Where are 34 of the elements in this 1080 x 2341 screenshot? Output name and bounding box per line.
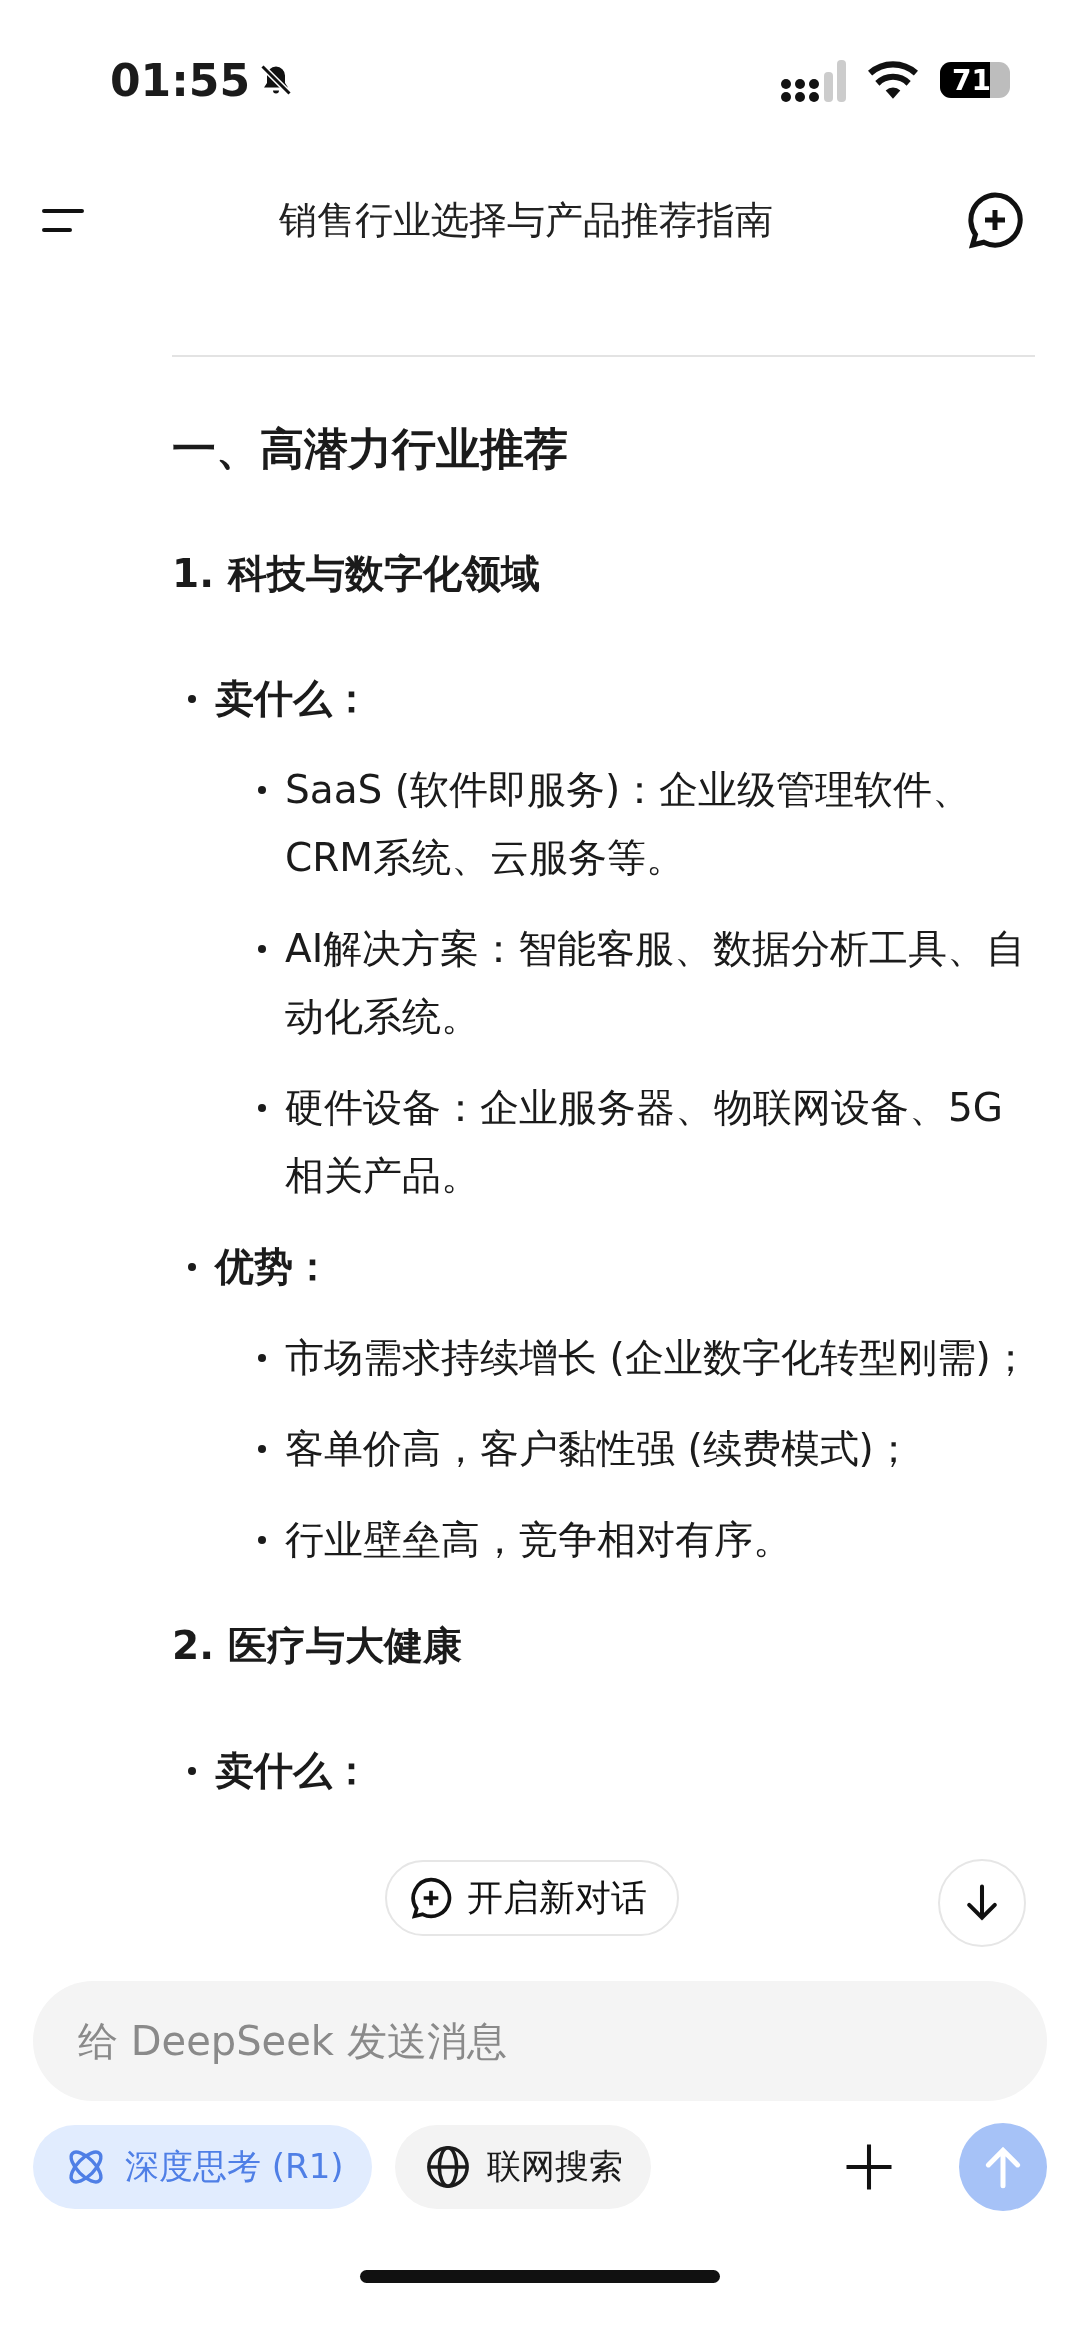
list-item: 行业壁垒高，竞争相对有序。 (285, 1516, 792, 1564)
clock-time: 01:55 (110, 54, 251, 106)
home-indicator[interactable] (360, 2269, 720, 2283)
subsection-heading: 2. 医疗与大健康 (172, 1622, 463, 1670)
list-item: 硬件设备：企业服务器、物联网设备、5G相关产品。 (285, 1084, 1005, 1200)
new-chat-button[interactable] (965, 190, 1025, 250)
bullet-icon (188, 1263, 196, 1271)
list-item: 优势： (215, 1243, 332, 1291)
list-item: 客单价高，客户黏性强 (续费模式)； (285, 1425, 913, 1473)
bullet-icon (258, 1536, 266, 1544)
bullet-icon (188, 1767, 196, 1775)
new-chat-icon (965, 190, 1025, 250)
bullet-icon (258, 945, 266, 953)
bullet-icon (258, 1354, 266, 1362)
bullet-icon (258, 786, 266, 794)
list-item: 市场需求持续增长 (企业数字化转型刚需)； (285, 1334, 1030, 1382)
new-chat-icon (409, 1876, 453, 1920)
globe-icon (424, 2144, 471, 2190)
section-heading: 一、高潜力行业推荐 (172, 422, 569, 476)
list-item: 卖什么： (215, 1747, 371, 1795)
list-item: 卖什么： (215, 675, 371, 723)
new-chat-button[interactable]: 开启新对话 (385, 1860, 679, 1936)
message-input[interactable]: 给 DeepSeek 发送消息 (33, 1981, 1047, 2101)
list-item: AI解决方案：智能客服、数据分析工具、自动化系统。 (285, 925, 1027, 1041)
bullet-icon (258, 1104, 266, 1112)
chat-title: 销售行业选择与产品推荐指南 (278, 196, 773, 244)
wifi-icon (868, 61, 918, 99)
bullet-icon (258, 1445, 266, 1453)
bullet-icon (188, 695, 196, 703)
signal-icon (780, 58, 846, 102)
subsection-heading: 1. 科技与数字化领域 (172, 550, 541, 598)
battery-icon: 71 (940, 62, 1010, 98)
list-item: SaaS (软件即服务)：企业级管理软件、CRM系统、云服务等。 (285, 766, 973, 882)
toggle-chip[interactable]: 联网搜索 (394, 2125, 651, 2209)
